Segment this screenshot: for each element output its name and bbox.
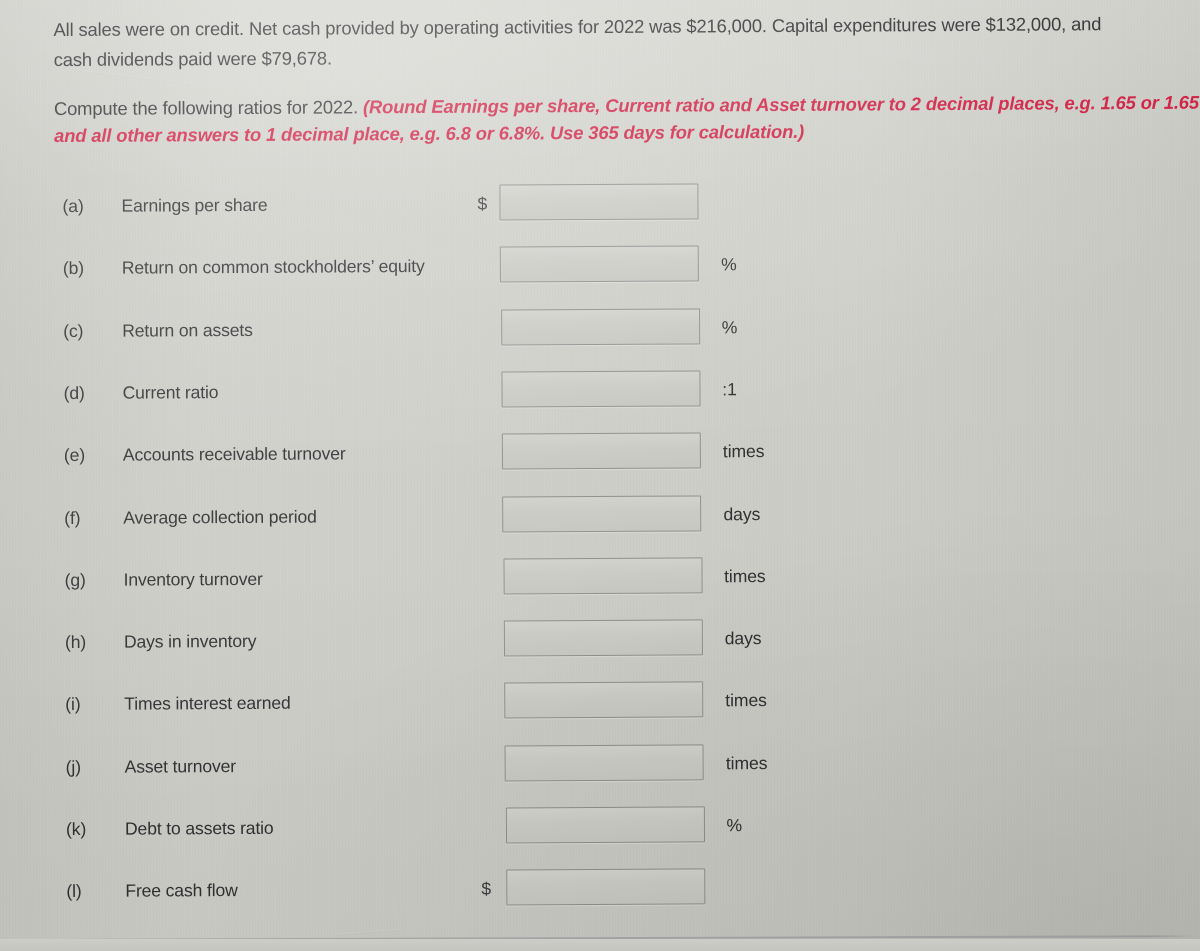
answer-input[interactable]	[499, 183, 699, 221]
answer-input[interactable]	[499, 245, 700, 283]
ratio-row: (j) Asset turnover times	[1, 737, 1200, 790]
ratio-row: (a) Earnings per share $	[0, 177, 1199, 230]
ratio-row-label: Debt to assets ratio	[124, 817, 274, 839]
ratio-unit-label: times	[724, 565, 766, 587]
ratio-row-letter: (g)	[64, 569, 86, 590]
ratio-unit-label: times	[722, 441, 765, 462]
ratio-row-label: Return on assets	[122, 319, 253, 341]
paper-crease	[332, 928, 403, 936]
answer-input[interactable]	[504, 681, 704, 719]
ratio-unit-label: :1	[722, 379, 737, 400]
ratio-unit-label: %	[726, 815, 743, 836]
ratio-row-letter: (d)	[63, 382, 85, 403]
ratio-unit-label: times	[725, 752, 768, 773]
worksheet-content: All sales were on credit. Net cash provi…	[0, 0, 1200, 951]
ratio-row: (e) Accounts receivable turnover times	[0, 426, 1200, 479]
ratio-row: (g) Inventory turnover times	[0, 550, 1200, 603]
ratio-row-letter: (h)	[64, 631, 87, 653]
ratio-row-label: Free cash flow	[125, 880, 238, 901]
answer-input[interactable]	[503, 619, 703, 657]
answer-input[interactable]	[505, 868, 706, 906]
instruction-rounding-note-line-1: (Round Earnings per share, Current ratio…	[362, 91, 1200, 118]
ratio-unit-label: times	[725, 690, 767, 711]
ratio-row-letter: (j)	[65, 756, 82, 777]
currency-prefix: $	[481, 878, 492, 899]
answer-input[interactable]	[502, 557, 703, 595]
ratio-row: (l) Free cash flow $	[2, 862, 1200, 915]
currency-prefix: $	[477, 193, 488, 214]
ratio-row-label: Current ratio	[122, 382, 219, 403]
ratio-unit-label: days	[723, 503, 761, 524]
ratio-unit-label: %	[721, 316, 738, 337]
ratio-unit-label: days	[724, 628, 762, 649]
ratio-row: (b) Return on common stockholders’ equity…	[0, 239, 1199, 292]
intro-paragraph-line-1: All sales were on credit. Net cash provi…	[53, 13, 1102, 41]
ratio-rows: (a) Earnings per share $ (b) Return on commo…	[0, 0, 1197, 906]
answer-input[interactable]	[505, 806, 705, 844]
ratio-row-label: Return on common stockholders’ equity	[121, 256, 425, 278]
ratio-row-label: Average collection period	[123, 506, 317, 528]
ratio-row-label: Accounts receivable turnover	[122, 443, 346, 465]
intro-paragraph-line-2: cash dividends paid were $79,678.	[53, 47, 332, 71]
page-bottom-shadow	[0, 939, 1200, 951]
ratio-row-letter: (c)	[63, 320, 84, 341]
ratio-row-label: Times interest earned	[124, 693, 291, 715]
ratio-row-letter: (e)	[63, 445, 86, 466]
ratio-row-letter: (f)	[64, 507, 81, 528]
ratio-row: (i) Times interest earned times	[1, 675, 1200, 728]
ratio-row-label: Inventory turnover	[123, 568, 263, 590]
answer-input[interactable]	[501, 370, 701, 408]
ratio-row: (f) Average collection period days	[0, 488, 1200, 541]
instruction-lead: Compute the following ratios for 2022.	[53, 96, 359, 120]
ratio-row-letter: (l)	[66, 881, 82, 902]
worksheet-page: All sales were on credit. Net cash provi…	[0, 0, 1200, 951]
ratio-row: (d) Current ratio :1	[0, 364, 1200, 417]
ratio-row-letter: (b)	[62, 258, 85, 279]
answer-input[interactable]	[500, 308, 700, 346]
ratio-row-letter: (a)	[62, 195, 84, 216]
answer-input[interactable]	[501, 432, 701, 470]
ratio-row-label: Earnings per share	[121, 194, 268, 216]
answer-input[interactable]	[504, 744, 704, 782]
ratio-row: (c) Return on assets%	[0, 301, 1199, 354]
ratio-row: (h) Days in inventory days	[1, 613, 1200, 666]
answer-input[interactable]	[502, 494, 702, 533]
ratio-row-letter: (k)	[65, 818, 87, 839]
ratio-row: (k) Debt to assets ratio%	[2, 800, 1200, 853]
ratio-row-label: Days in inventory	[123, 631, 257, 652]
ratio-row-label: Asset turnover	[124, 755, 237, 777]
instruction-rounding-note-line-2: and all other answers to 1 decimal place…	[54, 120, 805, 147]
ratio-row-letter: (i)	[65, 694, 81, 715]
ratio-unit-label: %	[721, 254, 737, 275]
